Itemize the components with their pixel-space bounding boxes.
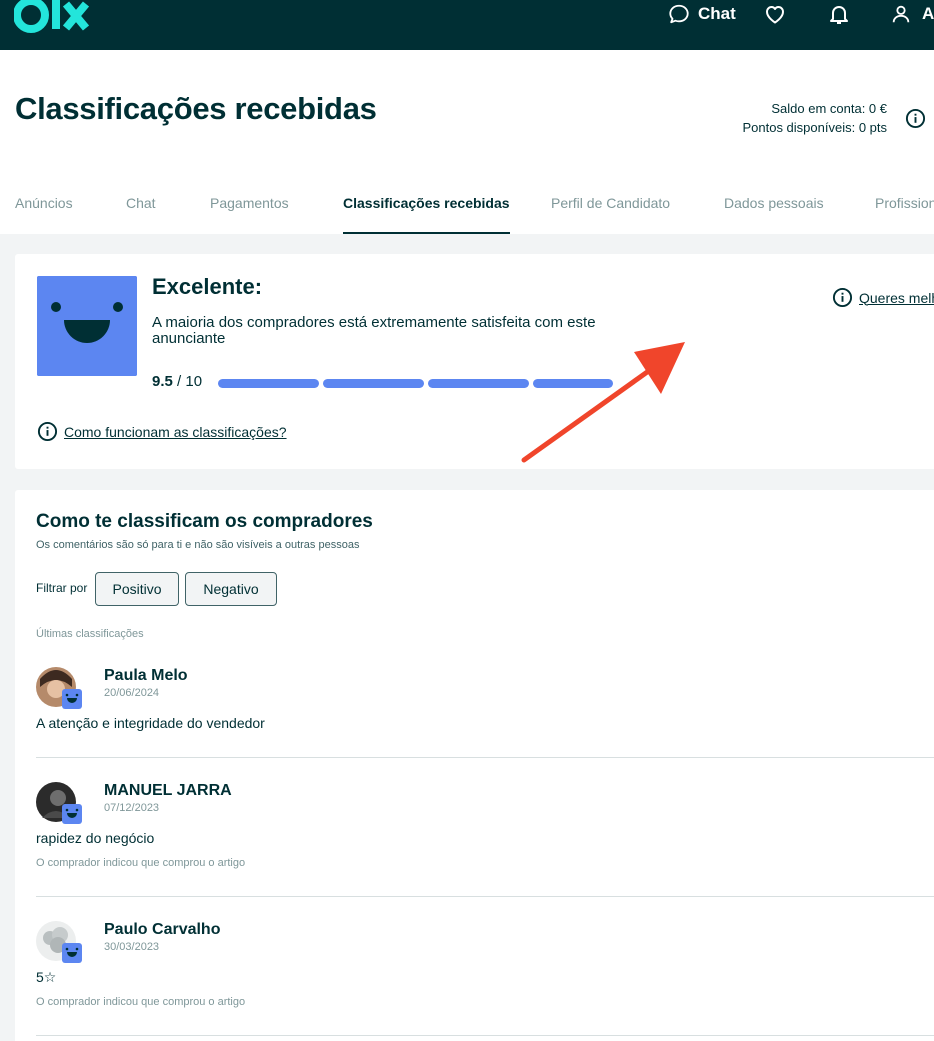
score-bar-segment [323, 379, 424, 388]
review-date: 30/03/2023 [104, 941, 160, 953]
rating-summary-card: Excelente: A maioria dos compradores est… [15, 254, 934, 469]
filter-positive-button[interactable]: Positivo [95, 572, 179, 606]
header-account-button[interactable]: A [890, 2, 934, 26]
review-divider [36, 757, 934, 758]
user-icon [892, 5, 910, 23]
score-bar-segment [218, 379, 319, 388]
improve-rating-label: Queres melh [859, 289, 934, 306]
points-line: Pontos disponíveis: 0 pts [742, 120, 887, 135]
page-header: Classificações recebidas Saldo em conta:… [0, 50, 934, 234]
tab-dados-pessoais[interactable]: Dados pessoais [724, 195, 824, 234]
chat-bubble-icon [669, 4, 689, 24]
tab-pagamentos[interactable]: Pagamentos [210, 195, 289, 234]
tab-anuncios[interactable]: Anúncios [15, 195, 73, 234]
reviewer-name: MANUEL JARRA [104, 782, 232, 799]
review-divider [36, 896, 934, 897]
review-date: 07/12/2023 [104, 802, 160, 814]
tab-perfil-de-candidato[interactable]: Perfil de Candidato [551, 195, 670, 234]
info-icon[interactable] [905, 108, 926, 129]
info-icon [832, 287, 853, 308]
rating-title: Excelente: [152, 274, 263, 299]
tab-classificacoes-recebidas[interactable]: Classificações recebidas [343, 195, 510, 234]
reviews-subtitle: Os comentários são só para ti e não são … [36, 539, 360, 551]
filter-negative-button[interactable]: Negativo [185, 572, 277, 606]
review-comment: A atenção e integridade do vendedor [36, 715, 265, 731]
top-navigation-bar: Chat A [0, 0, 934, 50]
how-ratings-work-link[interactable]: Como funcionam as classificações? [37, 421, 287, 442]
header-user-label: A [922, 4, 934, 23]
score-value: 9.5 [152, 373, 173, 390]
bell-icon[interactable] [827, 2, 851, 26]
review-item: MANUEL JARRA 07/12/2023 rapidez do negóc… [36, 782, 934, 872]
review-divider [36, 1035, 934, 1036]
reviews-title: Como te classificam os compradores [36, 511, 373, 532]
purchase-confirmed-note: O comprador indicou que comprou o artigo [36, 857, 246, 869]
filter-label: Filtrar por [36, 581, 88, 595]
balance-line: Saldo em conta: 0 € [771, 101, 887, 116]
header-chat-button[interactable]: Chat [668, 2, 736, 26]
tab-chat[interactable]: Chat [126, 195, 156, 234]
review-comment: 5☆ [36, 969, 57, 985]
red-arrow-annotation [521, 342, 685, 463]
tab-profissional[interactable]: Profission [875, 195, 934, 234]
latest-ratings-label: Últimas classificações [36, 628, 144, 640]
olx-logo[interactable] [14, 0, 94, 36]
review-item: Paulo Carvalho 30/03/2023 5☆ O comprador… [36, 921, 934, 1011]
review-date: 20/06/2024 [104, 687, 160, 699]
account-tabs: Anúncios Chat Pagamentos Classificações … [0, 181, 934, 234]
reviewer-avatar [36, 782, 82, 824]
heart-icon[interactable] [763, 2, 787, 26]
reviewer-avatar [36, 921, 82, 963]
info-icon [37, 421, 58, 442]
purchase-confirmed-note: O comprador indicou que comprou o artigo [36, 996, 246, 1008]
improve-rating-link[interactable]: Queres melh [832, 287, 934, 308]
review-comment: rapidez do negócio [36, 830, 155, 846]
account-balance: Saldo em conta: 0 € Pontos disponíveis: … [742, 99, 887, 137]
header-chat-label: Chat [698, 4, 736, 23]
reviewer-name: Paulo Carvalho [104, 921, 221, 938]
page-title: Classificações recebidas [15, 91, 377, 126]
rating-score: 9.5 / 10 [152, 373, 202, 390]
buyer-reviews-card: Como te classificam os compradores Os co… [15, 490, 934, 1041]
review-item: Paula Melo 20/06/2024 A atenção e integr… [36, 667, 934, 747]
reviewer-name: Paula Melo [104, 667, 188, 684]
happy-face-icon [37, 276, 137, 376]
score-max: / 10 [177, 373, 203, 390]
reviewer-avatar [36, 667, 82, 709]
how-ratings-work-label: Como funcionam as classificações? [64, 423, 287, 440]
